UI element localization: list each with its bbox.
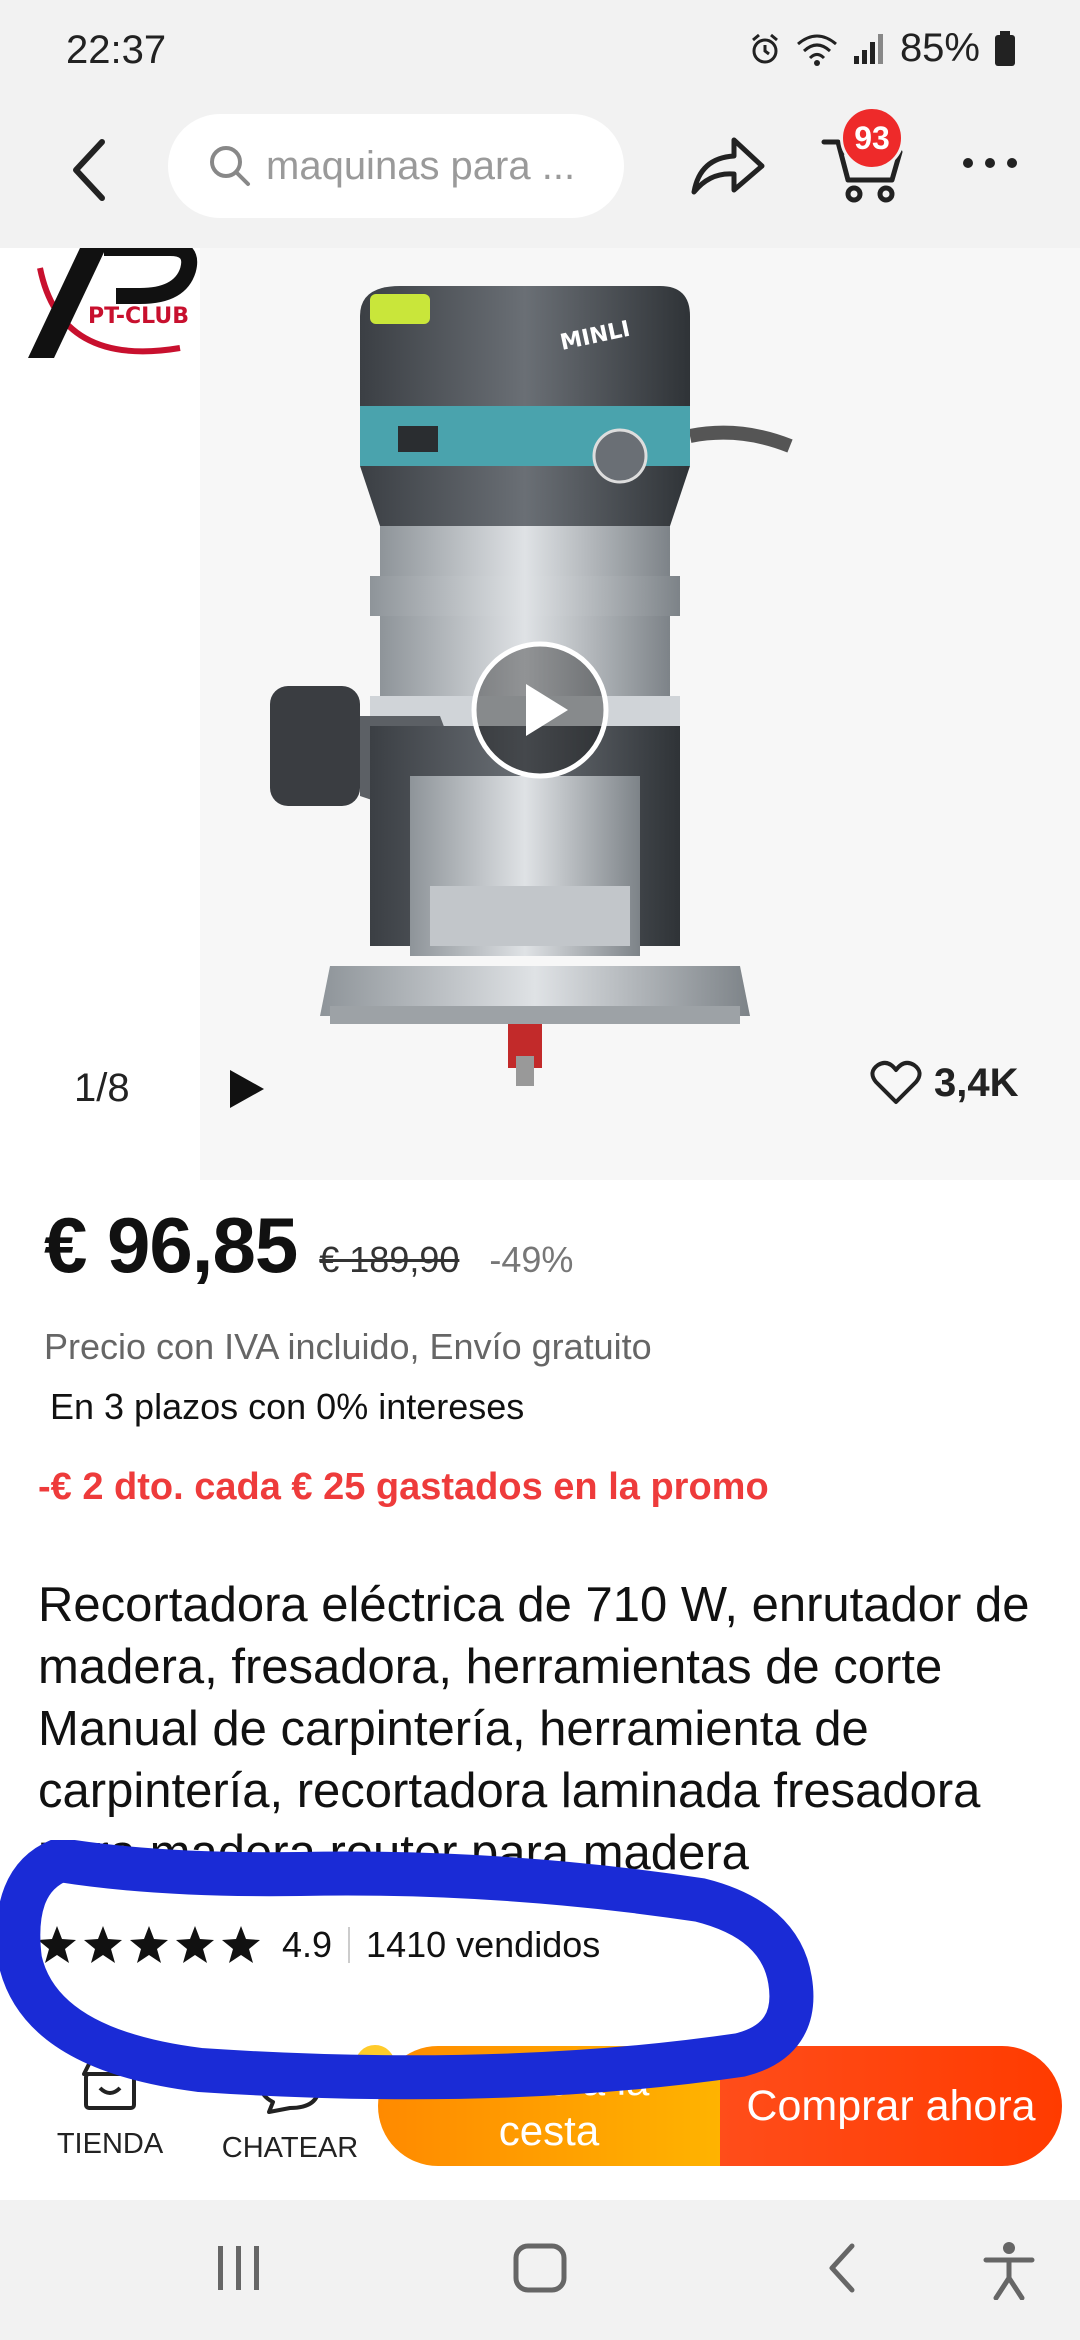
chat-button[interactable]: CHATEAR — [220, 2060, 360, 2165]
chat-label: CHATEAR — [221, 2132, 359, 2164]
store-icon — [82, 2060, 138, 2110]
heart-icon — [870, 1060, 922, 1104]
buy-now-button[interactable]: Comprar ahora — [720, 2046, 1062, 2166]
add-to-cart-label-line2: cesta — [498, 2107, 600, 2154]
add-to-cart-button[interactable]: Añade a la cesta — [378, 2046, 720, 2166]
star-icon — [176, 1926, 214, 1963]
recent-apps-icon[interactable] — [214, 2240, 264, 2296]
status-bar: 22:37 85% — [0, 0, 1080, 100]
cart-count-badge: 93 — [840, 106, 904, 170]
battery-icon — [995, 30, 1015, 66]
top-nav: maquinas para ... 93 — [0, 100, 1080, 248]
star-icon — [84, 1926, 122, 1963]
search-placeholder: maquinas para ... — [266, 143, 576, 188]
store-label: TIENDA — [56, 2128, 164, 2160]
add-to-cart-label-line1: Añade a la — [448, 2057, 650, 2104]
home-icon[interactable] — [512, 2240, 568, 2296]
chat-icon — [259, 2062, 321, 2114]
rating-row[interactable]: 4.9 1410 vendidos — [36, 1924, 600, 1966]
search-input[interactable]: maquinas para ... — [168, 114, 624, 218]
store-button[interactable]: TIENDA — [50, 2060, 170, 2161]
rating-stars — [36, 1925, 262, 1965]
play-video-button[interactable] — [470, 640, 610, 780]
wishlist-count: 3,4K — [934, 1060, 1019, 1105]
alarm-icon — [751, 33, 778, 63]
share-icon[interactable] — [688, 132, 768, 202]
installments-info[interactable]: En 3 plazos con 0% intereses — [50, 1386, 524, 1428]
product-gallery[interactable]: PT-CLUB MINLI 1/8 3,4K — [0, 248, 1080, 1180]
wishlist-button[interactable]: 3,4K — [870, 1060, 1019, 1106]
star-icon — [222, 1926, 260, 1963]
accessibility-icon[interactable] — [982, 2240, 1036, 2300]
star-icon — [130, 1926, 168, 1963]
star-icon — [38, 1926, 76, 1963]
action-bar: TIENDA CHATEAR Añade a la cesta Comprar a… — [0, 2030, 1080, 2200]
back-icon[interactable] — [822, 2240, 862, 2296]
play-icon[interactable] — [226, 1068, 266, 1110]
coin-icon — [352, 2042, 398, 2088]
price-row: € 96,85 € 189,90 -49% — [44, 1200, 573, 1291]
signal-icon — [853, 33, 883, 64]
rating-value: 4.9 — [282, 1924, 333, 1965]
promo-discount[interactable]: -€ 2 dto. cada € 25 gastados en la promo — [38, 1466, 769, 1509]
tax-shipping-info: Precio con IVA incluido, Envío gratuito — [44, 1326, 652, 1367]
current-price: € 96,85 — [44, 1201, 298, 1289]
discount-percent: -49% — [489, 1239, 574, 1280]
original-price: € 189,90 — [319, 1239, 460, 1280]
image-counter: 1/8 — [74, 1066, 130, 1110]
more-dots-icon[interactable] — [960, 148, 1020, 178]
status-icons: 85% — [748, 26, 1016, 71]
brand-logo-text: PT-CLUB — [88, 304, 190, 329]
sold-count: 1410 vendidos — [366, 1924, 601, 1965]
system-nav-bar — [0, 2200, 1080, 2340]
back-arrow-icon[interactable] — [56, 130, 126, 210]
divider — [348, 1927, 351, 1963]
product-title: Recortadora eléctrica de 710 W, enrutado… — [38, 1578, 1030, 1880]
search-icon — [210, 146, 250, 186]
status-time: 22:37 — [66, 28, 167, 72]
wifi-icon — [796, 34, 837, 66]
battery-level: 85% — [899, 26, 980, 70]
